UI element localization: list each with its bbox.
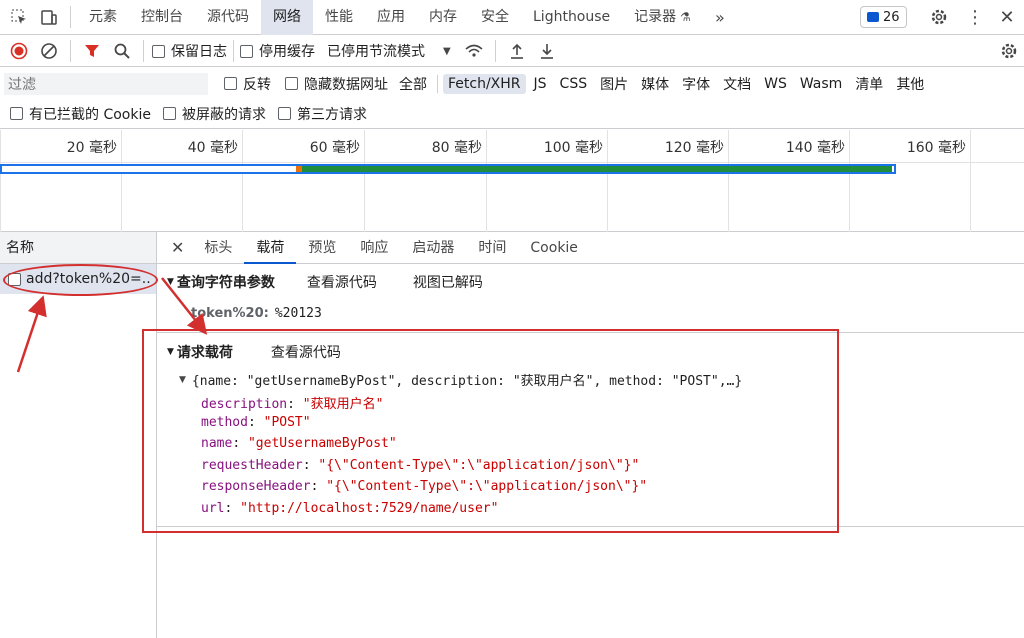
annotation-arrow — [16, 295, 47, 373]
annotation-arrow — [161, 277, 208, 335]
annotation-arrows — [16, 277, 208, 373]
